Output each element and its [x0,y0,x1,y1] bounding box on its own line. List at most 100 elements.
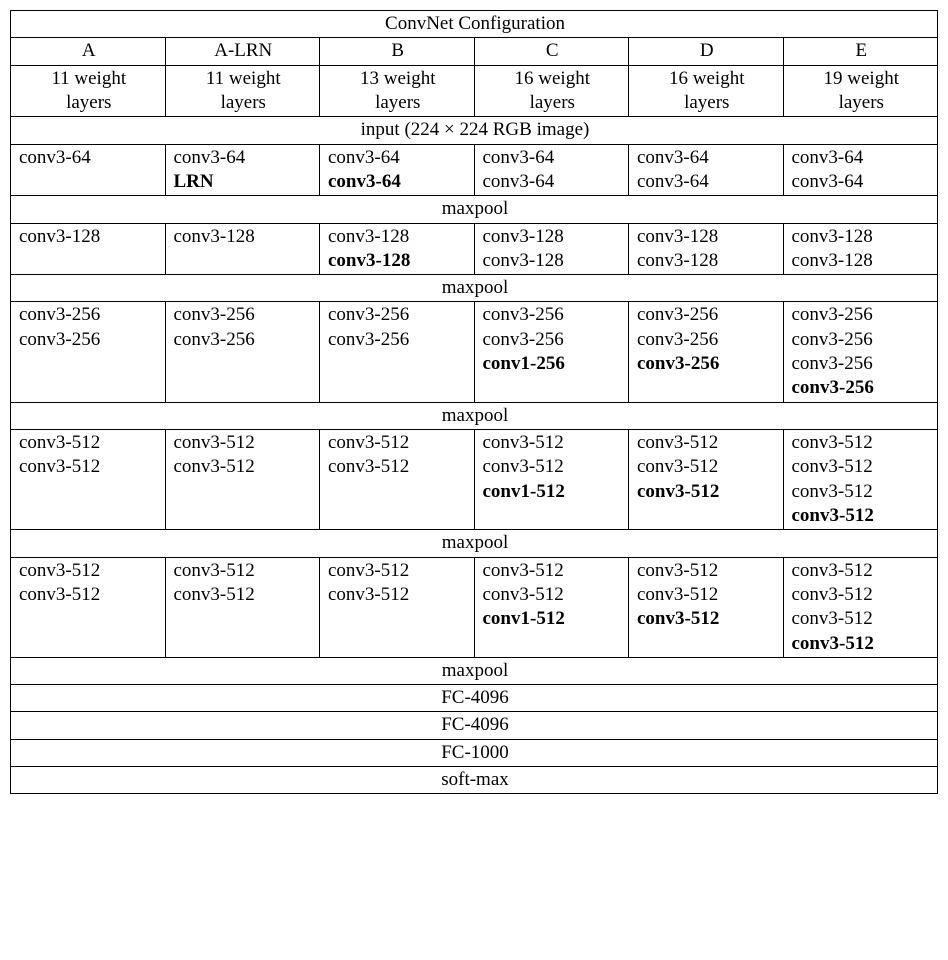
maxpool-row: maxpool [11,275,938,302]
layer-entry: conv3-64 [174,146,314,170]
layer-entry: conv3-128 [637,249,777,273]
layer-entry: conv3-256 [483,303,623,327]
cell: conv3-64conv3-64 [474,144,629,196]
layer-entry: conv3-256 [792,303,932,327]
col-name: D [629,38,784,65]
cell: conv3-512conv3-512 [165,557,320,657]
cell: conv3-64LRN [165,144,320,196]
layer-entry: conv3-64 [483,170,623,194]
layer-entry: conv3-128 [328,225,468,249]
layer-entry: conv3-64 [328,170,468,194]
layer-entry: conv1-512 [483,480,623,504]
layer-entry: conv3-256 [328,328,468,352]
layer-entry: conv3-256 [174,303,314,327]
layer-entry: conv3-256 [19,303,159,327]
cell: conv3-256conv3-256 [11,302,166,402]
cell: conv3-128 [11,223,166,275]
softmax-row: soft-max [11,767,938,794]
cell: conv3-64conv3-64 [320,144,475,196]
convnet-config-table: ConvNet Configuration A A-LRN B C D E 11… [10,10,938,794]
layer-entry: conv3-256 [483,328,623,352]
layer-entry: conv3-512 [483,455,623,479]
layer-entry: conv3-512 [637,559,777,583]
layer-entry: LRN [174,170,314,194]
maxpool-row: maxpool [11,196,938,223]
cell: conv3-64conv3-64 [783,144,938,196]
layer-entry: conv3-128 [792,225,932,249]
col-name: B [320,38,475,65]
cell: conv3-256conv3-256conv1-256 [474,302,629,402]
layer-entry: conv3-512 [174,431,314,455]
cell: conv3-256conv3-256 [320,302,475,402]
layer-entry: conv3-64 [637,170,777,194]
layer-entry: conv3-512 [328,583,468,607]
fc-row: FC-4096 [11,685,938,712]
layer-entry: conv3-64 [328,146,468,170]
layer-entry: conv3-512 [483,583,623,607]
maxpool-row: maxpool [11,402,938,429]
layer-entry: conv3-512 [792,607,932,631]
layer-entry: conv3-512 [174,583,314,607]
layer-entry: conv3-256 [792,328,932,352]
col-depth: 13 weightlayers [320,65,475,117]
cell: conv3-256conv3-256conv3-256 [629,302,784,402]
layer-entry: conv3-256 [792,376,932,400]
layer-entry: conv3-512 [792,583,932,607]
maxpool-row: maxpool [11,530,938,557]
layer-entry: conv3-64 [483,146,623,170]
input-row: input (224 × 224 RGB image) [11,117,938,144]
layer-entry: conv3-128 [483,225,623,249]
layer-entry: conv3-128 [637,225,777,249]
layer-entry: conv3-512 [328,455,468,479]
col-depth: 16 weightlayers [474,65,629,117]
cell: conv3-512conv3-512conv3-512 [629,430,784,530]
block3-row: conv3-256conv3-256 conv3-256conv3-256 co… [11,302,938,402]
cell: conv3-512conv3-512 [320,430,475,530]
layer-entry: conv3-512 [637,583,777,607]
col-depth: 11 weightlayers [11,65,166,117]
col-names-row: A A-LRN B C D E [11,38,938,65]
col-name: A [11,38,166,65]
col-depth-row: 11 weightlayers 11 weightlayers 13 weigh… [11,65,938,117]
layer-entry: conv3-256 [637,328,777,352]
col-depth: 19 weightlayers [783,65,938,117]
col-depth: 16 weightlayers [629,65,784,117]
layer-entry: conv3-512 [483,431,623,455]
layer-entry: conv3-64 [792,170,932,194]
cell: conv3-512conv3-512conv1-512 [474,557,629,657]
layer-entry: conv3-64 [792,146,932,170]
col-name: E [783,38,938,65]
layer-entry: conv3-128 [174,225,314,249]
layer-entry: conv3-512 [483,559,623,583]
layer-entry: conv3-512 [328,559,468,583]
block2-row: conv3-128 conv3-128 conv3-128conv3-128 c… [11,223,938,275]
layer-entry: conv3-512 [792,455,932,479]
layer-entry: conv3-128 [328,249,468,273]
cell: conv3-512conv3-512 [320,557,475,657]
layer-entry: conv1-256 [483,352,623,376]
block4-row: conv3-512conv3-512 conv3-512conv3-512 co… [11,430,938,530]
layer-entry: conv3-512 [328,431,468,455]
layer-entry: conv3-512 [19,583,159,607]
cell: conv3-64conv3-64 [629,144,784,196]
layer-entry: conv3-512 [174,455,314,479]
layer-entry: conv3-256 [19,328,159,352]
layer-entry: conv3-128 [792,249,932,273]
layer-entry: conv3-512 [637,455,777,479]
layer-entry: conv3-512 [637,480,777,504]
maxpool-row: maxpool [11,657,938,684]
cell: conv3-512conv3-512 [11,430,166,530]
cell: conv3-256conv3-256conv3-256conv3-256 [783,302,938,402]
layer-entry: conv3-256 [637,303,777,327]
cell: conv3-128conv3-128 [783,223,938,275]
layer-entry: conv3-512 [19,455,159,479]
layer-entry: conv1-512 [483,607,623,631]
col-depth: 11 weightlayers [165,65,320,117]
block5-row: conv3-512conv3-512 conv3-512conv3-512 co… [11,557,938,657]
col-name: A-LRN [165,38,320,65]
layer-entry: conv3-512 [792,431,932,455]
layer-entry: conv3-256 [792,352,932,376]
cell: conv3-128conv3-128 [474,223,629,275]
cell: conv3-512conv3-512conv1-512 [474,430,629,530]
cell: conv3-512conv3-512conv3-512conv3-512 [783,557,938,657]
